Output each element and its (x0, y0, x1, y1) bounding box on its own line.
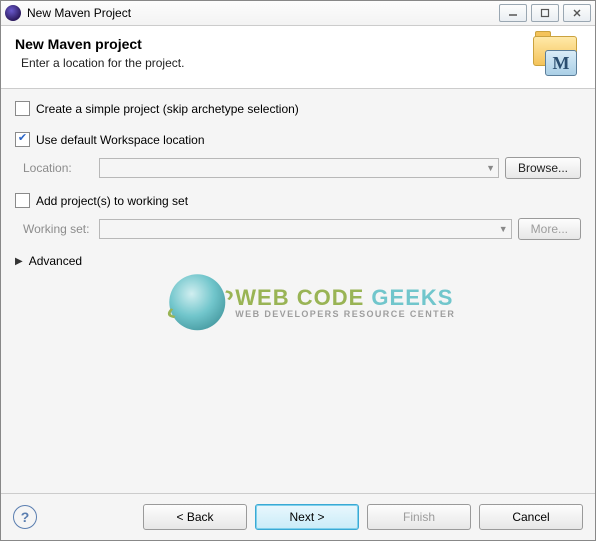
advanced-label: Advanced (29, 254, 82, 268)
checkbox-simple-project-row[interactable]: Create a simple project (skip archetype … (15, 101, 581, 116)
checkbox-default-ws[interactable] (15, 132, 30, 147)
watermark-title: WEB CODE GEEKS (235, 285, 455, 311)
next-button[interactable]: Next > (255, 504, 359, 530)
globe-icon (169, 274, 225, 330)
help-button[interactable]: ? (13, 505, 37, 529)
titlebar: New Maven Project (1, 1, 595, 26)
page-title: New Maven project (15, 36, 523, 52)
checkbox-simple-project-label: Create a simple project (skip archetype … (36, 102, 299, 116)
cancel-button[interactable]: Cancel (479, 504, 583, 530)
checkbox-default-ws-row[interactable]: Use default Workspace location (15, 132, 581, 147)
checkbox-working-set-row[interactable]: Add project(s) to working set (15, 193, 581, 208)
dialog-window: New Maven Project New Maven project Ente… (0, 0, 596, 541)
maven-folder-icon: M (531, 36, 577, 76)
checkbox-simple-project[interactable] (15, 101, 30, 116)
chevron-down-icon: ▼ (499, 224, 508, 234)
watermark: WEB CODE GEEKS WEB DEVELOPERS RESOURCE C… (169, 274, 455, 330)
minimize-icon (508, 8, 518, 18)
triangle-right-icon: ▶ (15, 256, 23, 267)
dialog-body: Create a simple project (skip archetype … (1, 89, 595, 493)
eclipse-icon (5, 5, 21, 21)
chevron-down-icon: ▼ (486, 163, 495, 173)
location-label: Location: (23, 161, 99, 175)
button-bar: ? < Back Next > Finish Cancel (1, 493, 595, 540)
checkbox-default-ws-label: Use default Workspace location (36, 133, 205, 147)
header-band: New Maven project Enter a location for t… (1, 26, 595, 89)
minimize-button[interactable] (499, 4, 527, 22)
close-icon (572, 8, 582, 18)
checkbox-working-set-label: Add project(s) to working set (36, 194, 188, 208)
location-row: Location: ▼ Browse... (23, 157, 581, 179)
more-button[interactable]: More... (518, 218, 581, 240)
working-set-row: Working set: ▼ More... (23, 218, 581, 240)
finish-button[interactable]: Finish (367, 504, 471, 530)
working-set-label: Working set: (23, 222, 99, 236)
page-subtitle: Enter a location for the project. (21, 56, 523, 70)
browse-button[interactable]: Browse... (505, 157, 581, 179)
maximize-icon (540, 8, 550, 18)
working-set-combo: ▼ (99, 219, 512, 239)
location-combo: ▼ (99, 158, 499, 178)
back-button[interactable]: < Back (143, 504, 247, 530)
checkbox-working-set[interactable] (15, 193, 30, 208)
advanced-expander[interactable]: ▶ Advanced (15, 254, 581, 268)
window-title: New Maven Project (27, 6, 131, 20)
watermark-subtitle: WEB DEVELOPERS RESOURCE CENTER (235, 309, 455, 319)
maximize-button[interactable] (531, 4, 559, 22)
close-button[interactable] (563, 4, 591, 22)
